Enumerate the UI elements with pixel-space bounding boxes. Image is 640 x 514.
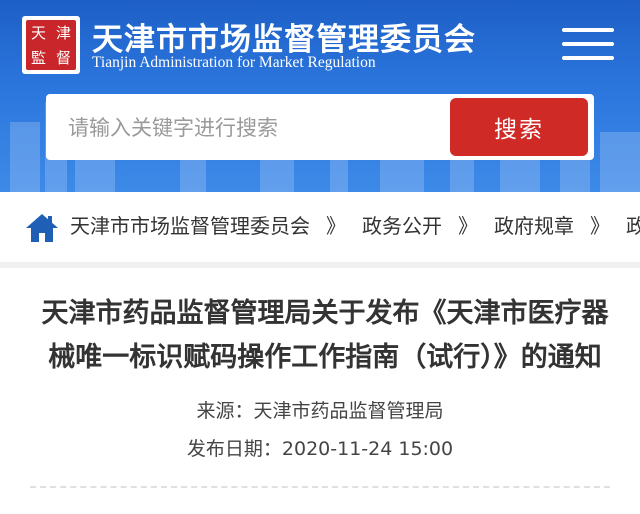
site-title: 天津市市场监督管理委员会 — [92, 22, 476, 58]
dashed-divider — [30, 486, 610, 488]
breadcrumb-item[interactable]: 政 — [626, 210, 640, 239]
search-button[interactable]: 搜索 — [450, 98, 588, 156]
search-input[interactable] — [66, 106, 450, 150]
breadcrumb-trail: 天津市市场监督管理委员会 》 政务公开 》 政府规章 》 政 — [70, 210, 640, 239]
breadcrumb-separator: 》 — [458, 214, 478, 238]
breadcrumb-item[interactable]: 政务公开 — [362, 210, 442, 239]
logo-char: 天 — [30, 23, 46, 42]
breadcrumb-item[interactable]: 天津市市场监督管理委员会 — [70, 210, 310, 239]
breadcrumb-separator: 》 — [326, 214, 346, 238]
article-title: 天津市药品监督管理局关于发布《天津市医疗器械唯一标识赋码操作工作指南（试行）》的… — [41, 298, 609, 373]
site-subtitle: Tianjin Administration for Market Regula… — [92, 54, 376, 71]
header-banner: 天津監督 天津市市场监督管理委员会 Tianjin Administration… — [0, 0, 640, 192]
article-source: 来源：天津市药品监督管理局 — [0, 396, 640, 423]
site-logo[interactable]: 天津監督 — [22, 16, 80, 74]
date-value: 2020-11-24 15:00 — [281, 438, 454, 460]
source-value: 天津市药品监督管理局 — [253, 400, 444, 422]
date-label: 发布日期： — [186, 438, 282, 460]
home-icon[interactable] — [24, 212, 60, 244]
source-label: 来源： — [196, 400, 254, 422]
hamburger-menu-icon[interactable] — [562, 22, 614, 66]
search-bar: 搜索 — [46, 94, 594, 160]
article-date: 发布日期：2020-11-24 15:00 — [0, 434, 640, 461]
logo-char: 督 — [55, 48, 71, 67]
breadcrumb: 天津市市场监督管理委员会 》 政务公开 》 政府规章 》 政 — [0, 196, 640, 256]
breadcrumb-separator: 》 — [590, 214, 610, 238]
breadcrumb-item[interactable]: 政府规章 — [494, 210, 574, 239]
logo-seal: 天津監督 — [26, 20, 76, 70]
logo-char: 津 — [55, 23, 71, 42]
section-divider — [0, 262, 640, 268]
logo-char: 監 — [30, 48, 46, 67]
